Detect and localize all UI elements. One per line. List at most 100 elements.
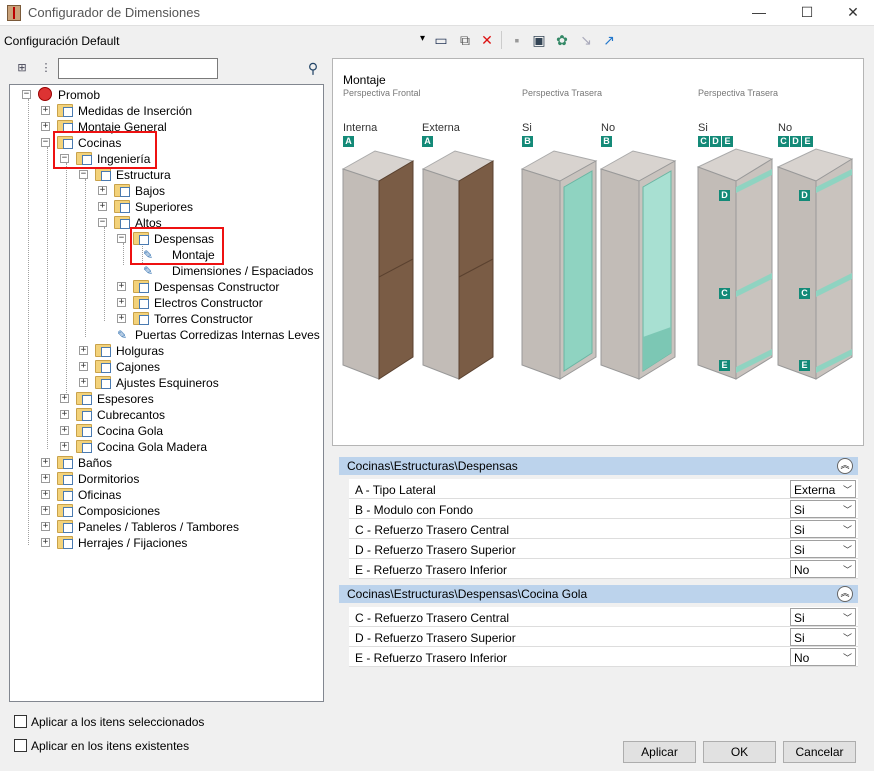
- expand-toggle[interactable]: +: [60, 442, 69, 451]
- configuration-dropdown[interactable]: Configuración Default ▾: [3, 32, 428, 50]
- badge-c: C: [799, 288, 810, 299]
- expand-toggle[interactable]: +: [79, 346, 88, 355]
- property-value: Si: [794, 631, 805, 645]
- expand-toggle[interactable]: +: [79, 362, 88, 371]
- import-icon[interactable]: ↘: [576, 30, 596, 50]
- expand-toggle[interactable]: +: [79, 378, 88, 387]
- tree-search-input[interactable]: [58, 58, 218, 79]
- chevron-down-icon: ﹀: [842, 485, 852, 495]
- expand-toggle[interactable]: +: [98, 186, 107, 195]
- tree-node-label: Oficinas: [78, 488, 122, 502]
- expand-toggle[interactable]: +: [41, 122, 50, 131]
- folder-icon: [95, 344, 111, 357]
- collapse-all-icon[interactable]: ⋮: [38, 60, 54, 76]
- property-dropdown[interactable]: Externa ﹀: [790, 480, 856, 498]
- save-icon[interactable]: ▪: [507, 30, 527, 50]
- tree-node-label: Bajos: [135, 184, 166, 198]
- expand-toggle[interactable]: +: [117, 282, 126, 291]
- apply-button[interactable]: Aplicar: [623, 741, 696, 763]
- property-label: C - Refuerzo Trasero Central: [355, 611, 510, 625]
- property-dropdown[interactable]: Si ﹀: [790, 520, 856, 538]
- property-row: B - Modulo con Fondo Si ﹀: [349, 499, 858, 519]
- tree-line: [66, 163, 67, 401]
- tree-line: [104, 227, 105, 321]
- expand-toggle[interactable]: +: [41, 506, 50, 515]
- property-row: E - Refuerzo Trasero Inferior No ﹀: [349, 647, 858, 667]
- property-dropdown[interactable]: No ﹀: [790, 560, 856, 578]
- badge-b: B: [522, 136, 533, 147]
- expand-toggle[interactable]: +: [60, 426, 69, 435]
- property-value: Si: [794, 523, 805, 537]
- export-icon[interactable]: ↗: [599, 30, 619, 50]
- folder-icon: [57, 104, 73, 117]
- folder-icon: [76, 424, 92, 437]
- property-dropdown[interactable]: Si ﹀: [790, 628, 856, 646]
- property-row: D - Refuerzo Trasero Superior Si ﹀: [349, 539, 858, 559]
- chevron-down-icon: ﹀: [842, 525, 852, 535]
- expand-toggle[interactable]: +: [41, 458, 50, 467]
- property-dropdown[interactable]: Si ﹀: [790, 500, 856, 518]
- cancel-button[interactable]: Cancelar: [783, 741, 856, 763]
- preview-panel: Montaje Perspectiva Frontal Perspectiva …: [332, 58, 864, 446]
- category-tree[interactable]: − Promob + Medidas de Inserción + Montaj…: [9, 84, 324, 702]
- highlight-box: [130, 227, 224, 265]
- folder-icon: [114, 216, 130, 229]
- expand-toggle[interactable]: +: [41, 538, 50, 547]
- tree-node-label: Dormitorios: [78, 472, 140, 486]
- tree-node-label: Torres Constructor: [154, 312, 253, 326]
- collapse-toggle[interactable]: −: [79, 170, 88, 179]
- expand-toggle[interactable]: +: [60, 394, 69, 403]
- rename-icon[interactable]: ▭: [431, 30, 451, 50]
- tag-icon: ✎: [116, 328, 128, 342]
- folder-icon: [76, 392, 92, 405]
- expand-toggle[interactable]: +: [98, 202, 107, 211]
- collapse-toggle[interactable]: −: [98, 218, 107, 227]
- expand-toggle[interactable]: +: [41, 490, 50, 499]
- collapse-toggle[interactable]: −: [117, 234, 126, 243]
- option-label: No: [601, 122, 616, 134]
- binoculars-search-icon[interactable]: ⚲: [304, 60, 322, 76]
- property-dropdown[interactable]: Si ﹀: [790, 608, 856, 626]
- collapse-toggle[interactable]: −: [41, 138, 50, 147]
- property-row: C - Refuerzo Trasero Central Si ﹀: [349, 519, 858, 539]
- expand-toggle[interactable]: +: [41, 474, 50, 483]
- expand-toggle[interactable]: +: [117, 314, 126, 323]
- maximize-button[interactable]: ☐: [784, 0, 830, 26]
- chevron-down-icon: ﹀: [842, 633, 852, 643]
- expand-toggle[interactable]: +: [117, 298, 126, 307]
- folder-icon: [76, 440, 92, 453]
- collapse-section-icon[interactable]: ︽: [837, 586, 853, 602]
- property-row: D - Refuerzo Trasero Superior Si ﹀: [349, 627, 858, 647]
- property-dropdown[interactable]: No ﹀: [790, 648, 856, 666]
- expand-all-icon[interactable]: ⊞: [14, 60, 30, 76]
- close-button[interactable]: ✕: [830, 0, 874, 26]
- section-header-despensas[interactable]: Cocinas\Estructuras\Despensas ︽: [339, 457, 858, 475]
- cabinet-sin-fondo-illustration: [599, 150, 677, 380]
- save-as-icon[interactable]: ▣: [529, 30, 549, 50]
- settings-check-icon[interactable]: ✿: [552, 30, 572, 50]
- ok-button[interactable]: OK: [703, 741, 776, 763]
- chevron-down-icon: ▾: [419, 33, 425, 44]
- expand-toggle[interactable]: +: [41, 106, 50, 115]
- cabinet-refuerzos-no-illustration: [776, 148, 854, 380]
- tree-line: [85, 179, 86, 337]
- apply-selected-checkbox[interactable]: [14, 715, 27, 728]
- tree-node-label: Composiciones: [78, 504, 161, 518]
- property-row: C - Refuerzo Trasero Central Si ﹀: [349, 607, 858, 627]
- apply-existing-checkbox[interactable]: [14, 739, 27, 752]
- group-caption: Perspectiva Frontal: [343, 88, 421, 98]
- section-header-cocina-gola[interactable]: Cocinas\Estructuras\Despensas\Cocina Gol…: [339, 585, 858, 603]
- collapse-toggle[interactable]: −: [22, 90, 31, 99]
- property-dropdown[interactable]: Si ﹀: [790, 540, 856, 558]
- minimize-button[interactable]: —: [736, 0, 782, 26]
- delete-icon[interactable]: ✕: [477, 30, 497, 50]
- tree-node-label: Holguras: [116, 344, 165, 358]
- expand-toggle[interactable]: +: [60, 410, 69, 419]
- copy-configuration-icon[interactable]: ⧉: [455, 30, 475, 50]
- collapse-section-icon[interactable]: ︽: [837, 458, 853, 474]
- expand-toggle[interactable]: +: [41, 522, 50, 531]
- promob-icon: [38, 87, 52, 101]
- tree-node-label: Puertas Corredizas Internas Leves: [135, 328, 320, 342]
- property-value: Si: [794, 611, 805, 625]
- folder-icon: [133, 312, 149, 325]
